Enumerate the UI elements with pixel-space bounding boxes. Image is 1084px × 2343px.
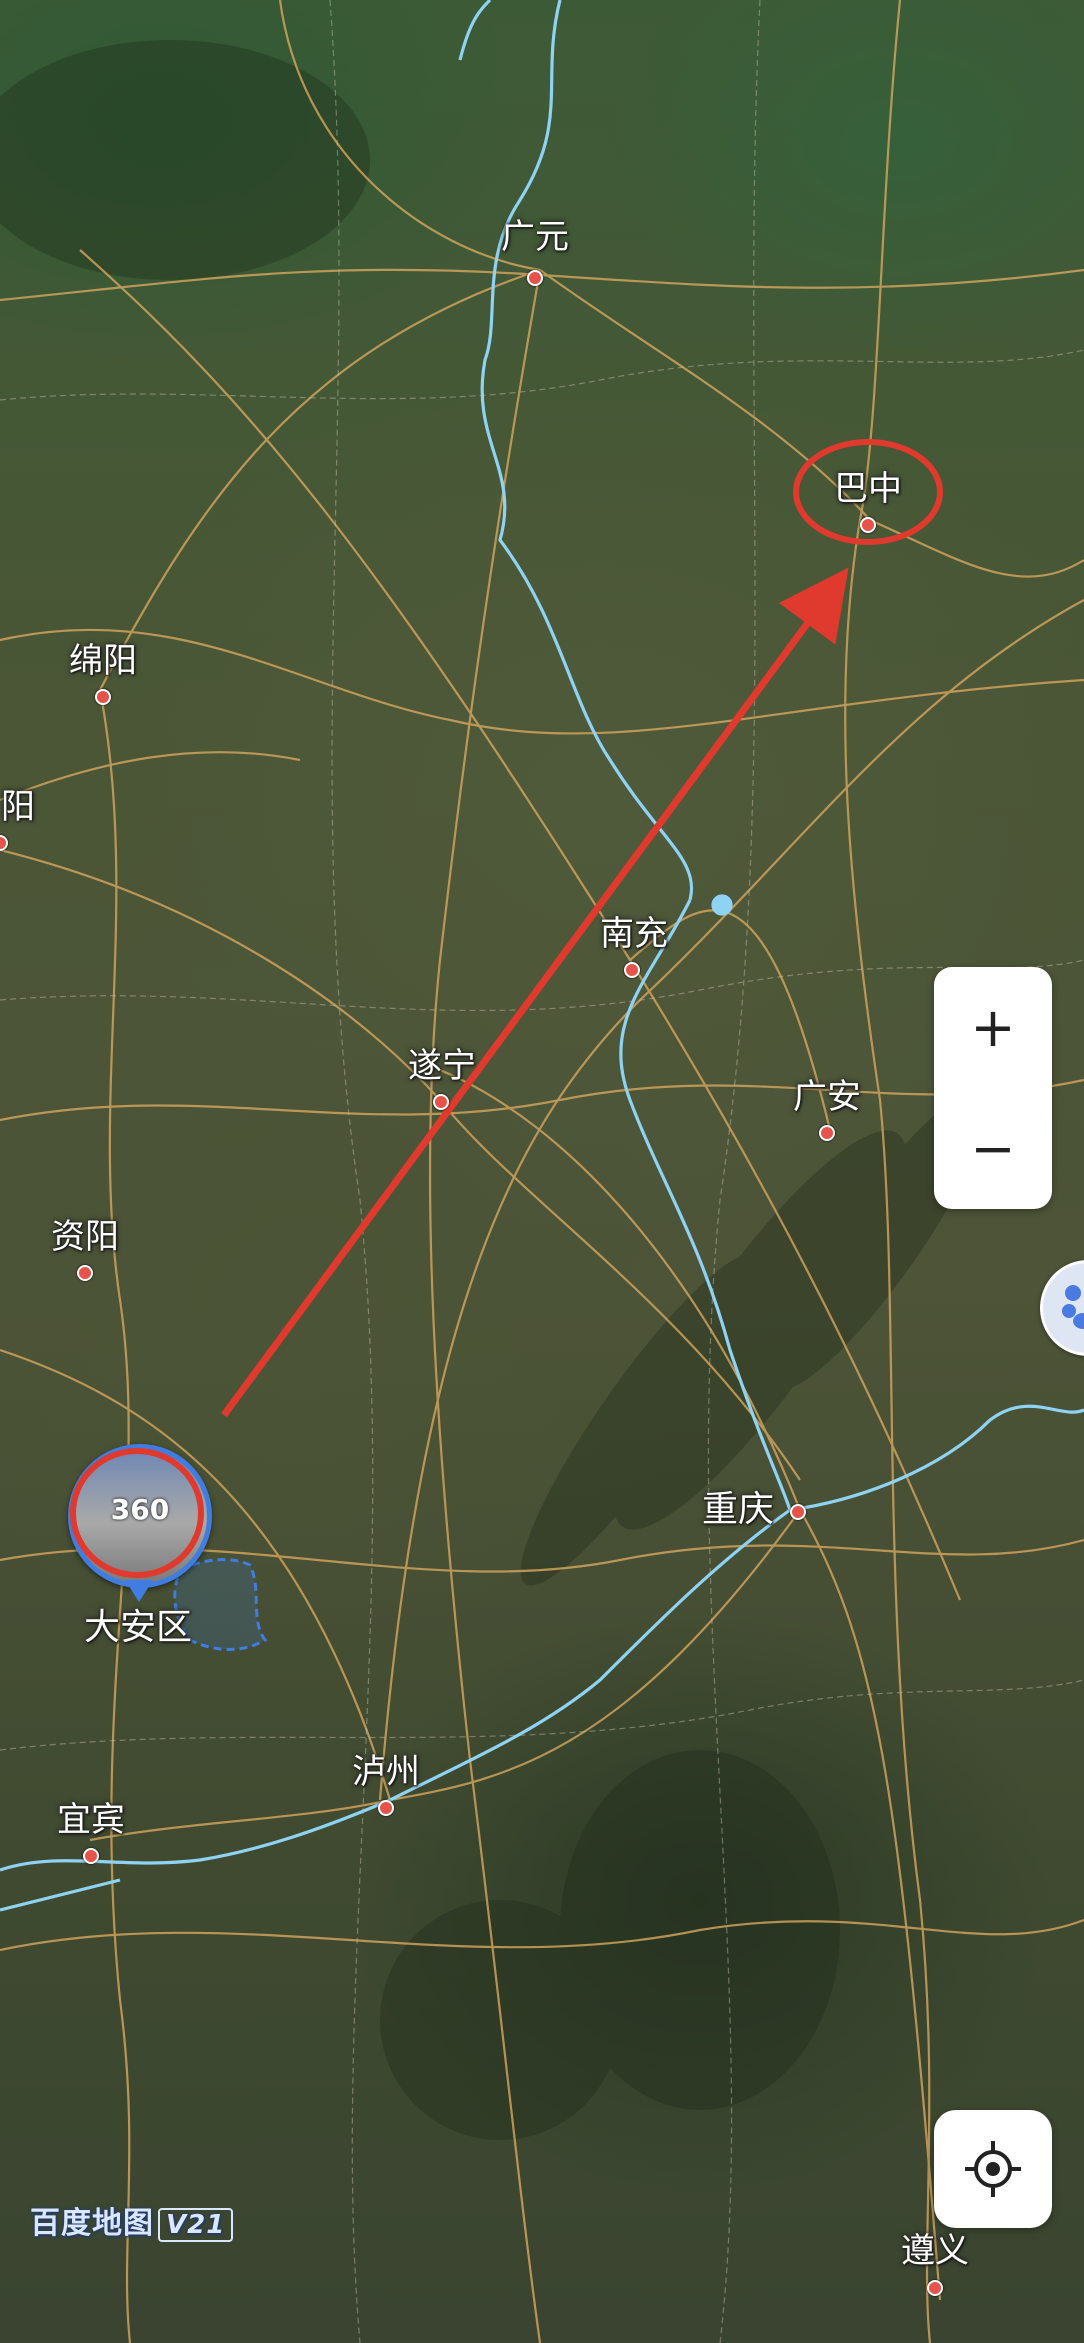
- city-dot-luzhou[interactable]: [378, 1800, 394, 1816]
- locate-button[interactable]: [934, 2110, 1052, 2228]
- city-label-guangyuan[interactable]: 广元: [501, 209, 569, 258]
- city-label-deyang[interactable]: 阳: [1, 779, 35, 828]
- city-label-luzhou[interactable]: 泸州: [352, 1744, 420, 1793]
- city-dot-yibin[interactable]: [83, 1848, 99, 1864]
- brand-version: V21: [158, 2208, 234, 2242]
- city-label-guangan[interactable]: 广安: [793, 1069, 861, 1118]
- city-dot-chongqing[interactable]: [790, 1504, 806, 1520]
- brand-logo: 百度地图 V21: [30, 2198, 234, 2242]
- city-dot-guangyuan[interactable]: [527, 270, 543, 286]
- city-label-nanchong[interactable]: 南充: [600, 906, 668, 955]
- city-label-zunyi[interactable]: 遵义: [901, 2223, 969, 2272]
- city-dot-bazhong[interactable]: [860, 517, 876, 533]
- route-arrow: [221, 567, 849, 1418]
- city-label-suining[interactable]: 遂宁: [408, 1038, 476, 1087]
- city-dot-suining[interactable]: [433, 1094, 449, 1110]
- city-dot-zunyi[interactable]: [927, 2280, 943, 2296]
- zoom-in-button[interactable]: +: [934, 967, 1052, 1088]
- paw-icon[interactable]: [1040, 1260, 1084, 1356]
- city-label-mianyang[interactable]: 绵阳: [69, 633, 137, 682]
- city-label-ziyang[interactable]: 资阳: [51, 1209, 119, 1258]
- crosshair-icon: [965, 2141, 1021, 2197]
- city-dot-mianyang[interactable]: [95, 689, 111, 705]
- city-dot-guangan[interactable]: [819, 1125, 835, 1141]
- city-label-bazhong[interactable]: 巴中: [834, 461, 902, 510]
- panorama-marker[interactable]: 360: [68, 1444, 212, 1588]
- city-label-chongqing[interactable]: 重庆: [702, 1480, 774, 1532]
- brand-name: 百度地图: [30, 2206, 154, 2241]
- city-label-daan[interactable]: 大安区: [84, 1598, 192, 1650]
- city-dot-nanchong[interactable]: [624, 962, 640, 978]
- paw-icon-glyph: [1062, 1285, 1084, 1329]
- panorama-marker-pointer: [125, 1580, 153, 1602]
- annotation-layer: [221, 439, 943, 1418]
- zoom-out-button[interactable]: −: [934, 1088, 1052, 1209]
- city-label-yibin[interactable]: 宜宾: [57, 1792, 125, 1841]
- city-dot-ziyang[interactable]: [77, 1265, 93, 1281]
- panorama-label: 360: [110, 1493, 170, 1526]
- map-view[interactable]: 广元 巴中 绵阳 阳 南充 遂宁 广安 资阳 重庆 大安区 泸州 宜宾 遵义 3…: [0, 0, 1084, 2343]
- zoom-control: + −: [934, 967, 1052, 1209]
